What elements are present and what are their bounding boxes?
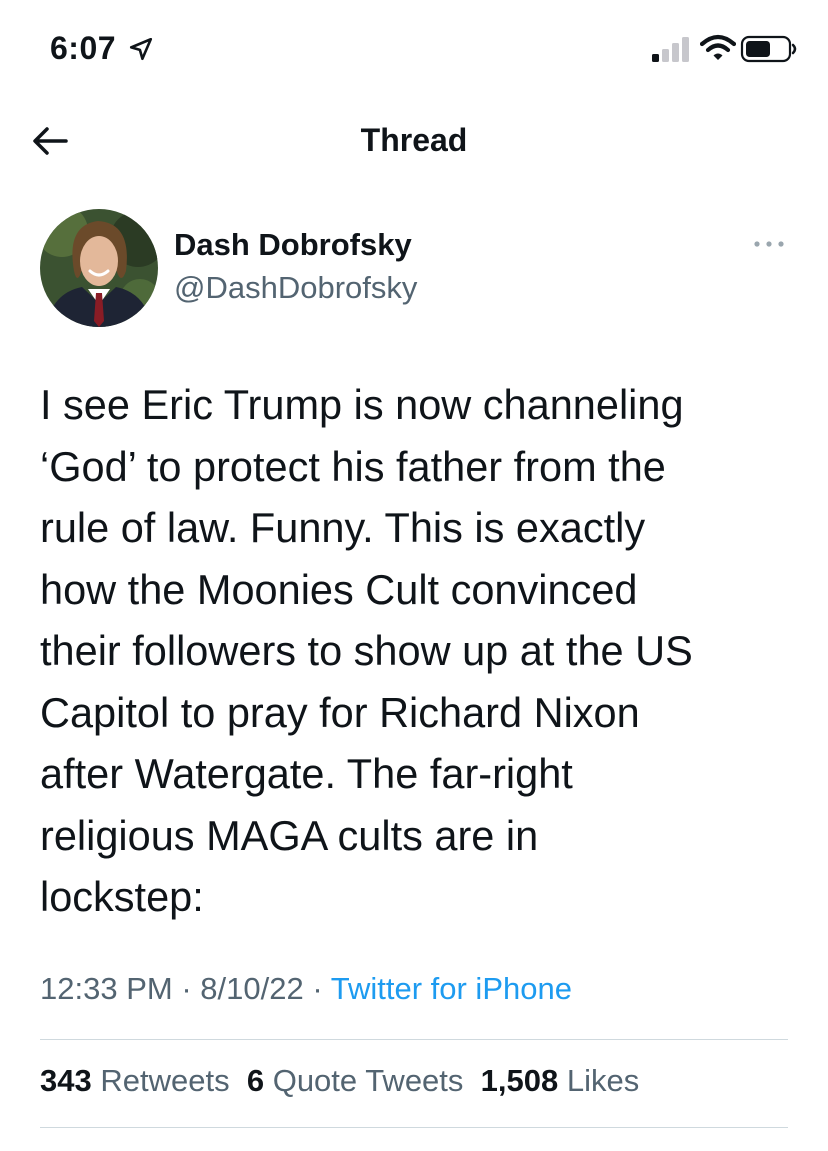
divider [40, 1127, 788, 1128]
tweet-text: I see Eric Trump is now channeling ‘God’… [40, 381, 693, 920]
battery-icon [740, 35, 797, 63]
author-name[interactable]: Dash Dobrofsky [174, 227, 412, 263]
likes-label: Likes [566, 1063, 640, 1098]
quote-tweets-count: 6 [246, 1063, 265, 1098]
quote-tweets-label: Quote Tweets [272, 1063, 464, 1098]
likes-count: 1,508 [480, 1063, 559, 1098]
tweet-meta: 12:33 PM · 8/10/22 · Twitter for iPhone [40, 971, 572, 1007]
location-arrow-icon [129, 37, 153, 61]
retweets-stat[interactable]: 343 Retweets [40, 1063, 230, 1098]
divider [40, 1039, 788, 1040]
tweet-stats: 343 Retweets 6 Quote Tweets 1,508 Likes [40, 1063, 639, 1099]
cellular-signal-icon [652, 37, 689, 62]
wifi-icon [700, 34, 736, 60]
more-options-icon[interactable] [752, 236, 786, 252]
tweet-source-link[interactable]: Twitter for iPhone [331, 971, 572, 1006]
likes-stat[interactable]: 1,508 Likes [481, 1063, 640, 1098]
tweet-date: 8/10/22 [200, 971, 304, 1006]
meta-separator: · [181, 971, 192, 1006]
tweet-time: 12:33 PM [40, 971, 173, 1006]
avatar[interactable] [40, 209, 158, 327]
retweets-count: 343 [40, 1063, 92, 1098]
status-time: 6:07 [50, 30, 117, 66]
quote-tweets-stat[interactable]: 6 Quote Tweets [247, 1063, 464, 1098]
meta-separator: · [312, 971, 323, 1006]
status-bar: 6:07 [0, 0, 828, 100]
retweets-label: Retweets [100, 1063, 230, 1098]
author-handle[interactable]: @DashDobrofsky [174, 270, 417, 306]
nav-bar: Thread [0, 100, 828, 184]
page-title: Thread [360, 122, 468, 158]
